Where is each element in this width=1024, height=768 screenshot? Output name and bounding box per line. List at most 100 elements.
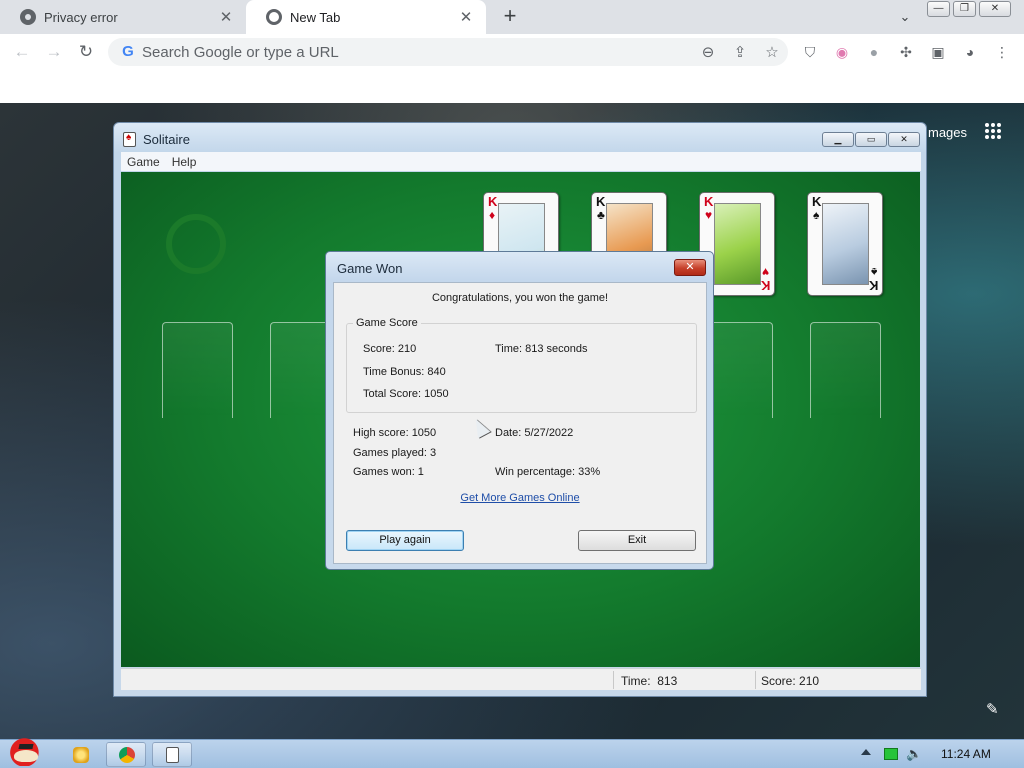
status-divider xyxy=(613,671,614,689)
close-window-button[interactable]: ✕ xyxy=(979,1,1011,17)
win-percentage-text: Win percentage: 33% xyxy=(495,466,601,478)
game-score-label: Game Score xyxy=(353,317,421,329)
browser-toolbar: ← → ↻ G Search Google or type a URL ⊖ ⇪ … xyxy=(0,34,1024,70)
back-icon[interactable]: ← xyxy=(11,41,33,63)
bookmark-star-icon[interactable]: ☆ xyxy=(756,43,788,61)
heart-suit-icon: ♥ xyxy=(705,208,713,222)
window-title: Solitaire xyxy=(143,132,190,147)
foundation-king-spades[interactable]: K ♠ K ♠ xyxy=(807,192,883,296)
heart-suit-icon: ♥ xyxy=(761,265,769,279)
card-rank-bottom: K xyxy=(868,278,878,293)
maximize-button[interactable]: ▭ xyxy=(855,132,887,147)
menu-kebab-icon[interactable]: ⋮ xyxy=(993,43,1011,61)
spade-suit-icon: ♠ xyxy=(870,265,877,279)
restore-button[interactable]: ❐ xyxy=(953,1,976,17)
status-time-value: 813 xyxy=(657,674,678,688)
card-rank: K xyxy=(596,194,606,209)
zoom-icon[interactable]: ⊖ xyxy=(692,43,724,61)
tab-label: New Tab xyxy=(290,9,341,25)
page-top-strip xyxy=(0,70,1024,103)
status-score-label: Score: xyxy=(761,674,796,688)
menu-help[interactable]: Help xyxy=(166,155,203,169)
taskbar-solitaire[interactable] xyxy=(152,742,192,767)
status-time: Time: 813 xyxy=(621,674,677,688)
play-again-button[interactable]: Play again xyxy=(346,530,464,551)
battery-icon[interactable] xyxy=(884,748,898,760)
tab-label: Privacy error xyxy=(44,9,118,25)
folder-icon xyxy=(73,747,89,763)
card-art xyxy=(822,203,869,285)
side-panel-icon[interactable]: ▣ xyxy=(929,43,947,61)
high-score-text: High score: 1050 xyxy=(353,427,437,439)
extension-leaf-icon[interactable]: ● xyxy=(865,43,883,61)
taskbar-explorer[interactable] xyxy=(60,742,100,767)
tableau-slot[interactable] xyxy=(162,322,233,418)
time-bonus-text: Time Bonus: 840 xyxy=(363,366,446,378)
dialog-body: Congratulations, you won the game! Game … xyxy=(333,282,707,564)
dialog-title: Game Won xyxy=(337,261,403,276)
diamond-suit-icon: ♦ xyxy=(489,208,496,222)
status-score: Score: 210 xyxy=(761,674,819,688)
congratulations-message: Congratulations, you won the game! xyxy=(431,292,609,304)
forward-icon[interactable]: → xyxy=(43,41,65,63)
ublock-icon[interactable]: ⛉ xyxy=(801,43,819,61)
omnibox[interactable]: G Search Google or type a URL ⊖ ⇪ ☆ xyxy=(108,38,788,66)
status-time-label: Time: xyxy=(621,674,651,688)
dialog-close-button[interactable]: ✕ xyxy=(674,259,706,276)
stock-pile-empty[interactable] xyxy=(166,214,226,274)
minimize-button[interactable]: — xyxy=(927,1,950,17)
pencil-icon[interactable]: ✎ xyxy=(986,700,999,718)
show-hidden-icons-icon[interactable] xyxy=(861,749,871,755)
profile-avatar-icon[interactable]: ◕ xyxy=(961,43,979,61)
puzzle-icon[interactable]: ✣ xyxy=(897,43,915,61)
minimize-button[interactable]: ▁ xyxy=(822,132,854,147)
tab-new-tab[interactable]: New Tab ✕ xyxy=(246,0,486,34)
taskbar-chrome[interactable] xyxy=(106,742,146,767)
chevron-down-icon[interactable]: ⌄ xyxy=(896,9,914,25)
close-icon[interactable]: ✕ xyxy=(218,8,234,26)
start-button[interactable] xyxy=(4,730,48,768)
date-text: Date: 5/27/2022 xyxy=(495,427,574,439)
get-more-games-link[interactable]: Get More Games Online xyxy=(334,492,706,504)
share-icon[interactable]: ⇪ xyxy=(724,43,756,61)
extension-flag-icon[interactable]: ◉ xyxy=(833,43,851,61)
spade-suit-icon: ♠ xyxy=(813,208,820,222)
card-rank: K xyxy=(488,194,498,209)
tab-privacy-error[interactable]: Privacy error ✕ xyxy=(0,0,246,34)
status-score-value: 210 xyxy=(799,674,820,688)
warning-icon xyxy=(20,9,36,25)
status-divider xyxy=(755,671,756,689)
reload-icon[interactable]: ↻ xyxy=(75,41,97,63)
card-rank: K xyxy=(704,194,714,209)
status-bar: Time: 813 Score: 210 xyxy=(121,668,921,690)
images-link[interactable]: mages xyxy=(928,125,967,140)
total-score-text: Total Score: 1050 xyxy=(363,388,449,400)
games-won-text: Games won: 1 xyxy=(353,466,424,478)
card-art xyxy=(714,203,761,285)
club-suit-icon: ♣ xyxy=(597,208,605,222)
taskbar-clock[interactable]: 11:24 AM xyxy=(941,747,991,761)
tableau-slot[interactable] xyxy=(810,322,881,418)
card-rank-bottom: K xyxy=(760,278,770,293)
close-button[interactable]: ✕ xyxy=(888,132,920,147)
close-icon[interactable]: ✕ xyxy=(458,8,474,26)
tab-strip: Privacy error ✕ New Tab ✕ + ⌄ — ❐ ✕ xyxy=(0,0,1024,34)
omnibox-placeholder: Search Google or type a URL xyxy=(142,43,339,61)
apps-grid-icon[interactable] xyxy=(985,123,1001,139)
games-played-text: Games played: 3 xyxy=(353,447,437,459)
menu-bar: Game Help xyxy=(121,152,921,171)
solitaire-app-icon xyxy=(166,747,179,763)
google-icon: G xyxy=(122,43,134,60)
time-text: Time: 813 seconds xyxy=(495,343,588,355)
game-won-dialog: Game Won ✕ Congratulations, you won the … xyxy=(325,251,714,570)
window-controls: — ❐ ✕ xyxy=(927,1,1014,17)
taskbar: 🔈 11:24 AM xyxy=(0,736,1024,768)
chrome-icon xyxy=(119,747,135,763)
angry-bird-icon xyxy=(10,736,42,766)
exit-button[interactable]: Exit xyxy=(578,530,696,551)
volume-icon[interactable]: 🔈 xyxy=(906,747,922,760)
card-rank: K xyxy=(812,194,822,209)
solitaire-window-controls: ▁ ▭ ✕ xyxy=(821,132,920,147)
new-tab-button[interactable]: + xyxy=(498,5,522,29)
menu-game[interactable]: Game xyxy=(121,155,166,169)
